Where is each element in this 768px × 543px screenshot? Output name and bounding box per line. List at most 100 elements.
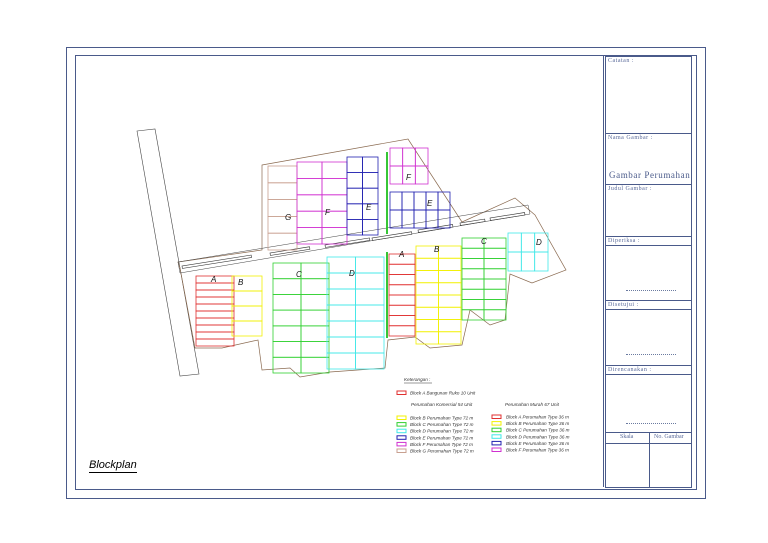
block-label: F [406, 173, 412, 182]
legend-item: Block D Perumahan Type 36 m [506, 434, 570, 439]
house-lot [355, 288, 385, 306]
house-lot [483, 288, 507, 300]
house-lot [296, 227, 323, 245]
house-lot [483, 237, 507, 249]
house-lot [461, 258, 485, 270]
house-lot [267, 165, 298, 184]
house-lot [461, 288, 485, 300]
house-lot [507, 232, 522, 253]
house-lot [300, 309, 330, 327]
house-lot [461, 268, 485, 280]
house-lot [195, 338, 235, 347]
legend-swatch [396, 448, 407, 453]
block-label: A [398, 250, 404, 259]
house-lot [362, 172, 379, 189]
house-lot [355, 304, 385, 322]
legend-swatch [396, 435, 407, 440]
house-lot [415, 306, 439, 320]
house-lot [402, 147, 416, 167]
house-lot [296, 194, 323, 212]
road-median [269, 246, 311, 256]
house-lot [231, 305, 263, 322]
house-lot [346, 218, 363, 236]
block-label: F [325, 208, 331, 217]
house-lot [326, 288, 356, 306]
block-label: G [285, 213, 291, 222]
legend-title: Keterangan : [404, 377, 431, 382]
house-lot [272, 341, 302, 358]
house-lot [388, 274, 416, 286]
house-lot [389, 147, 404, 167]
house-lot [388, 315, 416, 327]
house-lot [438, 245, 462, 259]
house-lot [346, 203, 363, 220]
house-lot [195, 303, 235, 312]
house-lot [195, 310, 235, 319]
house-lot [413, 191, 427, 211]
house-lot [195, 324, 235, 333]
legend-group-title: Perumahan Komersial 54 Unit [411, 402, 473, 407]
block-label: C [296, 270, 302, 279]
house-lot [388, 325, 416, 337]
legend-swatch [396, 441, 407, 447]
house-lot [326, 304, 356, 322]
house-lot [355, 272, 385, 290]
block-c [461, 237, 507, 321]
house-lot [388, 304, 416, 316]
legend-swatch [491, 427, 502, 433]
house-lot [415, 282, 439, 296]
legend-swatch [491, 414, 502, 419]
house-lot [355, 352, 385, 370]
legend-item: Block B Perumahan Type 72 m [410, 416, 473, 421]
house-lot [195, 282, 235, 291]
house-lot [483, 309, 507, 321]
house-lot [413, 209, 427, 229]
house-lot [231, 290, 263, 307]
legend-swatch [396, 422, 407, 427]
house-lot [483, 258, 507, 270]
legend-item: Block C Perumahan Type 72 m [410, 422, 474, 427]
road-median [489, 212, 526, 221]
house-lot [267, 232, 298, 251]
house-lot [267, 215, 298, 234]
house-lot [520, 232, 536, 253]
house-lot [195, 289, 235, 298]
block-label: C [481, 237, 487, 246]
house-lot [389, 209, 403, 229]
house-lot [401, 191, 415, 211]
house-lot [461, 278, 485, 290]
block-label: E [427, 199, 433, 208]
block-f [296, 161, 348, 245]
block-b [231, 275, 263, 337]
block-label: B [434, 245, 440, 254]
house-lot [483, 299, 507, 311]
house-lot [438, 282, 462, 296]
block-a [388, 253, 416, 337]
block-label: D [536, 238, 542, 247]
house-lot [355, 256, 385, 274]
house-lot [300, 278, 330, 295]
house-lot [272, 325, 302, 342]
house-lot [300, 294, 330, 311]
legend-item: Block G Perumahan Type 72 m [410, 449, 474, 454]
block-label: A [210, 275, 216, 284]
house-lot [355, 320, 385, 338]
house-lot [438, 306, 462, 320]
legend-item: Block D Perumahan Type 72 m [410, 429, 474, 434]
block-c [272, 262, 330, 374]
house-lot [483, 247, 507, 259]
house-lot [438, 270, 462, 284]
house-lot [296, 177, 323, 196]
house-lot [388, 294, 416, 306]
legend-item: Block A Bangunan Ruko 10 Unit [410, 391, 476, 396]
house-lot [272, 356, 302, 374]
block-label: B [238, 278, 244, 287]
house-lot [272, 278, 302, 295]
house-lot [300, 325, 330, 342]
house-lot [231, 320, 263, 337]
house-lot [195, 331, 235, 340]
house-lot [321, 177, 348, 196]
block-a [195, 275, 235, 347]
house-lot [389, 191, 403, 211]
legend-item: Block F Perumahan Type 36 m [506, 448, 569, 453]
